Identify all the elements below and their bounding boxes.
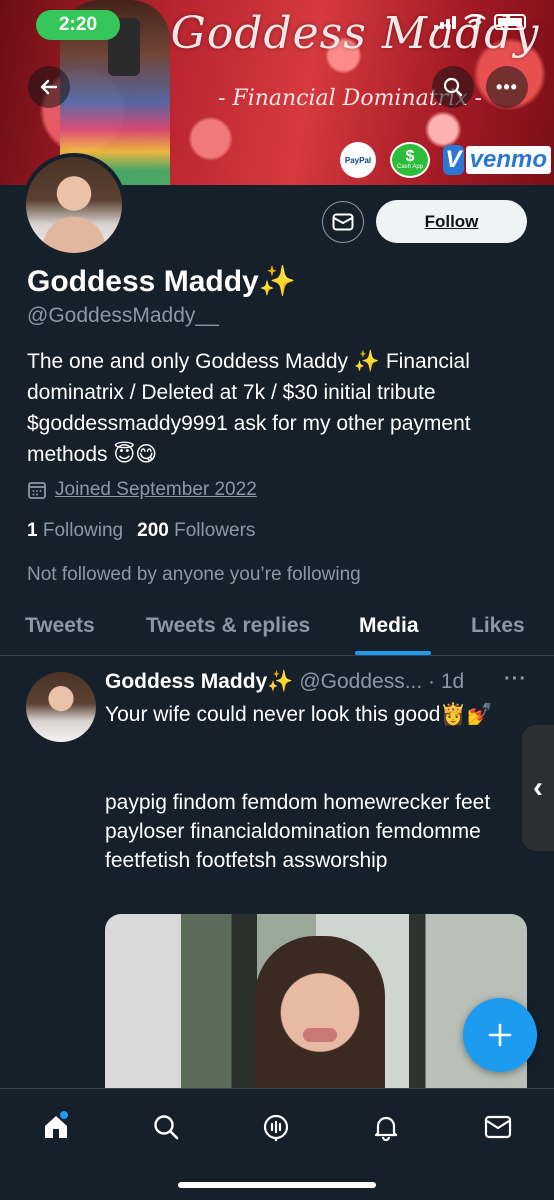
follow-button[interactable]: Follow [376, 200, 527, 243]
mail-icon [484, 1115, 512, 1139]
profile-joined: Joined September 2022 [27, 479, 257, 501]
search-icon [154, 1115, 179, 1140]
message-button[interactable] [322, 201, 364, 243]
profile-avatar[interactable] [22, 153, 126, 257]
joined-date: Joined September 2022 [55, 479, 257, 500]
tweet-media-image[interactable] [105, 914, 527, 1088]
profile-handle: @GoddessMaddy__ [27, 304, 219, 327]
more-icon: ••• [496, 76, 518, 97]
tweet-more-icon[interactable]: ··· [504, 668, 527, 691]
tweet-author-name[interactable]: Goddess Maddy✨ [105, 670, 293, 694]
side-panel-handle[interactable]: ‹ [522, 725, 554, 851]
profile-bio: The one and only Goddess Maddy ✨ Financi… [27, 350, 471, 466]
spaces-icon [263, 1114, 289, 1141]
mutual-followers-note: Not followed by anyone you’re following [27, 564, 361, 585]
back-button[interactable] [28, 66, 70, 108]
active-tab-indicator [355, 651, 431, 655]
paypal-label: PayPal [344, 155, 372, 165]
bell-icon [374, 1116, 398, 1141]
following-count: 1 [27, 520, 38, 541]
tweet-text: Your wife could never look this good👸💅 [105, 703, 493, 726]
search-button[interactable] [432, 66, 474, 108]
followers-count: 200 [137, 520, 169, 541]
arrow-left-icon [40, 79, 58, 95]
venmo-badge: V venmo [443, 142, 551, 178]
paypal-badge: PayPal [340, 142, 376, 178]
profile-display-name: Goddess Maddy✨ [27, 265, 297, 298]
tweet-header: Goddess Maddy✨ @Goddess... · 1d [105, 670, 535, 694]
venmo-label: venmo [465, 146, 551, 174]
compose-tweet-button[interactable] [463, 998, 537, 1072]
tweet-hashtags: paypig findom femdom homewrecker feet pa… [105, 791, 491, 872]
following-link[interactable]: 1 Following [27, 520, 123, 542]
chevron-left-icon: ‹ [533, 771, 543, 804]
home-notification-dot [60, 1111, 68, 1119]
tab-media[interactable]: Media [359, 614, 419, 638]
more-button[interactable]: ••• [486, 66, 528, 108]
followers-label: Followers [174, 520, 256, 541]
status-time: 2:20 [36, 10, 120, 40]
tab-tweets-replies[interactable]: Tweets & replies [146, 614, 310, 638]
signal-icon [434, 15, 456, 29]
battery-icon [494, 14, 526, 30]
tab-tweets[interactable]: Tweets [25, 614, 95, 638]
nav-notifications[interactable] [366, 1107, 406, 1147]
nav-home[interactable] [36, 1107, 76, 1147]
calendar-icon [28, 482, 46, 499]
following-label: Following [42, 520, 124, 541]
media-photo-subject [255, 936, 385, 1088]
home-indicator-bar[interactable] [178, 1182, 376, 1188]
followers-link[interactable]: 200 Followers [137, 520, 255, 542]
plus-icon [488, 1023, 512, 1047]
nav-messages[interactable] [478, 1107, 518, 1147]
follow-counts: 1 Following 200 Followers [27, 520, 255, 542]
wifi-icon [464, 14, 486, 30]
dollar-icon: $ [405, 148, 415, 165]
nav-search[interactable] [146, 1107, 186, 1147]
cashapp-badge: $ Cash App [390, 142, 430, 178]
search-icon [443, 77, 463, 97]
status-icons [434, 14, 526, 30]
cashapp-label: Cash App [396, 164, 424, 170]
tweet-meta: @Goddess... · 1d [299, 670, 465, 693]
bottom-navigation [0, 1088, 554, 1200]
mail-icon [332, 213, 354, 231]
profile-tabs: Tweets Tweets & replies Media Likes [0, 606, 554, 656]
tweet-avatar[interactable] [26, 672, 96, 742]
tab-likes[interactable]: Likes [471, 614, 525, 638]
nav-spaces[interactable] [256, 1107, 296, 1147]
venmo-logo-icon: V [443, 145, 464, 175]
